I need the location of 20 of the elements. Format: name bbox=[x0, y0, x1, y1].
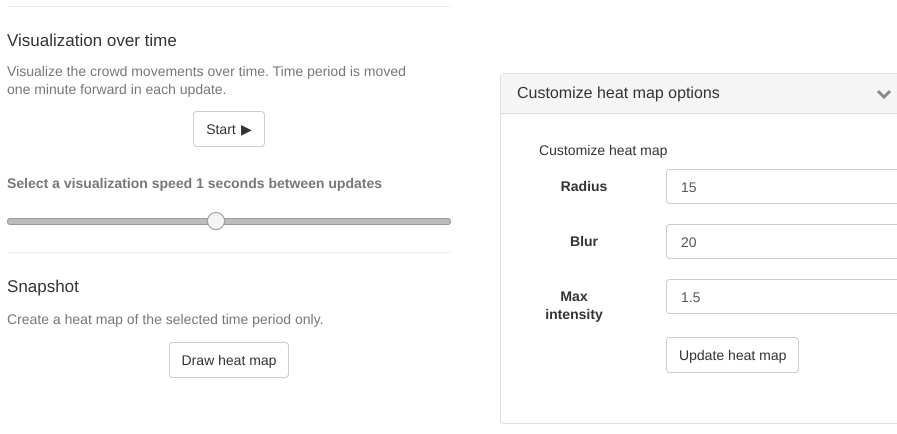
play-icon: ▶ bbox=[240, 121, 252, 137]
input-field[interactable]: 20 bbox=[666, 224, 897, 259]
section-heading: Visualization over time bbox=[7, 31, 178, 51]
panel-title: Customize heat map options bbox=[517, 84, 720, 102]
field-label: Max intensity bbox=[544, 287, 604, 323]
form-subtitle: Customize heat map bbox=[539, 142, 668, 158]
input-field[interactable]: 1.5 bbox=[666, 279, 897, 314]
panel-header[interactable]: Customize heat map options bbox=[501, 74, 897, 114]
speed-slider[interactable] bbox=[7, 212, 451, 230]
start-button[interactable]: Start ▶ bbox=[193, 111, 265, 147]
speed-label: Select a visualization speed 1 seconds between updates bbox=[7, 175, 384, 191]
description-text: Visualize the crowd movements over time. Time period is moved one minute forward in each update. bbox=[7, 62, 407, 98]
slider-thumb[interactable] bbox=[206, 212, 225, 230]
draw-heat-map-button[interactable]: Draw heat map bbox=[168, 342, 290, 378]
field-label: Blur bbox=[569, 232, 599, 250]
update-heat-map-button[interactable]: Update heat map bbox=[666, 337, 800, 373]
section-heading: Snapshot bbox=[7, 277, 80, 297]
field-label: Radius bbox=[560, 177, 608, 195]
description-text: Create a heat map of the selected time period only. bbox=[7, 310, 324, 328]
input-field[interactable]: 15 bbox=[666, 169, 897, 204]
